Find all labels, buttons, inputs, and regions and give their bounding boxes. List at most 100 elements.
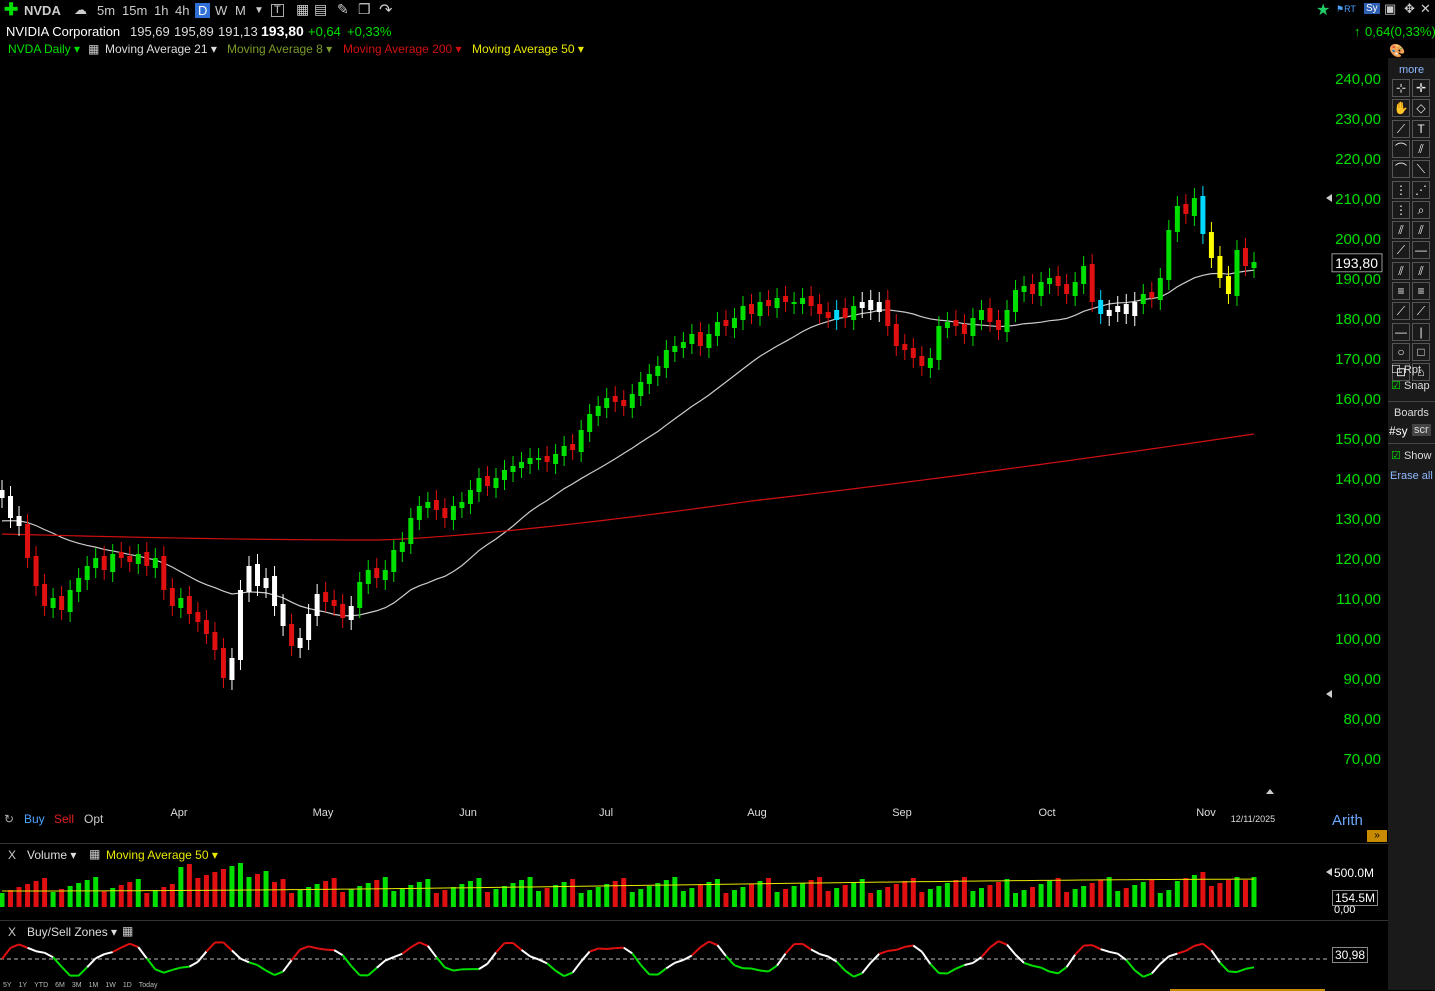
repeat-checkbox[interactable]: ☐ Rpt: [1391, 363, 1421, 376]
save-icon[interactable]: ▣: [1384, 1, 1396, 17]
candle-body: [0, 490, 5, 498]
range-3m[interactable]: 3M: [72, 982, 82, 989]
close-icon[interactable]: ✕: [1420, 1, 1431, 17]
scale-mode[interactable]: Arith: [1332, 812, 1363, 829]
magnet-icon[interactable]: ⌕: [1412, 201, 1430, 219]
range-1w[interactable]: 1W: [105, 982, 116, 989]
symbol-input[interactable]: NVDA: [24, 3, 61, 18]
range-today[interactable]: Today: [139, 982, 158, 989]
ray-icon[interactable]: ⟍: [1412, 160, 1430, 178]
zone-segment: [615, 948, 624, 949]
candle-body: [493, 478, 498, 488]
study-ma200[interactable]: Moving Average 200 ▾: [343, 42, 462, 56]
board-tab-scr[interactable]: scr: [1412, 424, 1431, 436]
parallel-lines-icon[interactable]: ⫽: [1412, 140, 1430, 158]
eraser-icon[interactable]: ◇: [1412, 99, 1430, 117]
fan-icon[interactable]: ⟋: [1392, 241, 1410, 259]
tf-4h[interactable]: 4h: [175, 3, 189, 18]
tf-1h[interactable]: 1h: [154, 3, 168, 18]
tf-weekly[interactable]: W: [215, 3, 227, 18]
study-ma21[interactable]: Moving Average 21 ▾: [105, 42, 217, 56]
horizontal-line-icon[interactable]: —: [1412, 241, 1430, 259]
fib-fan-icon[interactable]: ⋰: [1412, 181, 1430, 199]
pitchfork-icon[interactable]: ⫽: [1392, 262, 1410, 280]
volume-bar: [340, 892, 345, 907]
study-ma8[interactable]: Moving Average 8 ▾: [227, 42, 332, 56]
study-ma50[interactable]: Moving Average 50 ▾: [472, 42, 584, 56]
arc-icon[interactable]: ⌒: [1392, 140, 1410, 158]
text-icon[interactable]: T: [1412, 120, 1430, 138]
volume-bar: [1005, 879, 1010, 907]
tf-monthly[interactable]: M: [235, 3, 246, 18]
quote-high: 195,89: [174, 24, 214, 39]
more-tools-link[interactable]: more: [1399, 64, 1424, 76]
volume-bar: [630, 892, 635, 907]
hline-icon[interactable]: —: [1392, 323, 1410, 341]
fib-ext-icon[interactable]: ⋮: [1392, 201, 1410, 219]
pencil-icon[interactable]: ✎: [337, 1, 349, 18]
move-icon[interactable]: ✥: [1404, 1, 1415, 17]
channel-2-icon[interactable]: ⫽: [1412, 221, 1430, 239]
table-icon[interactable]: ▤: [314, 1, 327, 18]
calendar-icon[interactable]: ▦: [296, 1, 309, 18]
range-1m[interactable]: 1M: [89, 982, 99, 989]
ma200-line: [2, 434, 1254, 540]
sync-icon[interactable]: Sy: [1364, 3, 1380, 14]
channel-icon[interactable]: ⫽: [1392, 221, 1410, 239]
share-icon[interactable]: ↷: [379, 0, 392, 20]
volume-bar: [59, 889, 64, 907]
rectangle-icon[interactable]: □: [1412, 343, 1430, 361]
tf-15m[interactable]: 15m: [122, 3, 147, 18]
range-6m[interactable]: 6M: [55, 982, 65, 989]
hand-icon[interactable]: ✋: [1392, 99, 1410, 117]
order-icon[interactable]: ↻: [4, 812, 14, 826]
grid-icon[interactable]: ▦: [88, 42, 99, 56]
sell-button[interactable]: Sell: [54, 812, 74, 826]
range-1y[interactable]: 1Y: [19, 982, 28, 989]
layers-icon[interactable]: ❐: [358, 1, 371, 18]
board-tab-sy[interactable]: #sy: [1389, 424, 1408, 438]
compare-icon[interactable]: ☁: [74, 2, 87, 18]
range-ytd[interactable]: YTD: [34, 982, 48, 989]
buy-button[interactable]: Buy: [24, 812, 45, 826]
circle-icon[interactable]: ○: [1392, 343, 1410, 361]
crosshair-plus-icon[interactable]: ✛: [1412, 79, 1430, 97]
add-symbol-icon[interactable]: ✚: [4, 0, 18, 20]
chart-type-icon[interactable]: T: [271, 4, 284, 17]
vline-icon[interactable]: |: [1412, 323, 1430, 341]
volume-bar: [1115, 891, 1120, 907]
fib-retracement-icon[interactable]: ⋮: [1392, 181, 1410, 199]
range-1d[interactable]: 1D: [123, 982, 132, 989]
candle-body: [246, 566, 251, 592]
candle-body: [928, 358, 933, 368]
range-5y[interactable]: 5Y: [3, 982, 12, 989]
candle-body: [298, 638, 303, 648]
zone-segment: [879, 951, 888, 954]
options-button[interactable]: Opt: [84, 812, 103, 826]
trendline-icon[interactable]: ⟋: [1392, 120, 1410, 138]
palette-icon[interactable]: 🎨: [1389, 43, 1405, 59]
tf-dropdown-icon[interactable]: ▼: [254, 5, 264, 16]
realtime-icon[interactable]: ⚑RT: [1336, 4, 1356, 15]
crosshair-icon[interactable]: ⊹: [1392, 79, 1410, 97]
gann-2-icon[interactable]: ≡: [1412, 282, 1430, 300]
range-selector[interactable]: 5Y 1Y YTD 6M 3M 1M 1W 1D Today: [3, 982, 164, 989]
price-chart[interactable]: 240,00230,00220,00210,00200,00190,00180,…: [0, 58, 1388, 842]
expand-panel-icon[interactable]: »: [1367, 830, 1387, 842]
zone-segment: [300, 946, 309, 949]
segment-icon[interactable]: ⟋: [1392, 302, 1410, 320]
tf-daily[interactable]: D: [195, 3, 210, 18]
gann-icon[interactable]: ≡: [1392, 282, 1410, 300]
erase-all-link[interactable]: Erase all: [1390, 470, 1433, 482]
segment-2-icon[interactable]: ⟋: [1412, 302, 1430, 320]
y-tick-label: 110,00: [1336, 591, 1381, 608]
arc-2-icon[interactable]: ⌒: [1392, 160, 1410, 178]
pitchfork-2-icon[interactable]: ⫽: [1412, 262, 1430, 280]
tf-5m[interactable]: 5m: [97, 3, 115, 18]
show-checkbox[interactable]: ☑ Show: [1391, 449, 1431, 462]
favorite-star-icon[interactable]: ★: [1316, 0, 1330, 20]
snap-checkbox[interactable]: ☑ Snap: [1391, 379, 1430, 392]
study-main[interactable]: NVDA Daily ▾: [8, 42, 80, 56]
zone-segment: [1101, 949, 1110, 952]
zone-segment: [62, 967, 71, 976]
